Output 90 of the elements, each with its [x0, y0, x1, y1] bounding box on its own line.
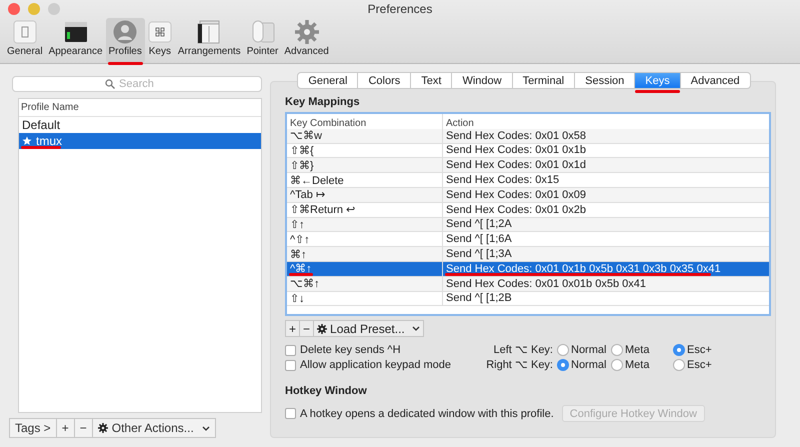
tab[interactable]: Session — [575, 72, 636, 89]
section-title: Hotkey Window — [285, 385, 368, 397]
section-title: Key Mappings — [285, 96, 361, 108]
key-cell[interactable]: ⌥⌘w — [287, 128, 443, 144]
checkbox-label: Delete key sends ^H — [300, 344, 401, 356]
tab[interactable]: Colors — [358, 72, 412, 89]
toolbar-item[interactable]: Profiles — [106, 18, 145, 63]
action-cell[interactable]: Send ^[ [1;6A — [443, 232, 769, 248]
window-title: Preferences — [368, 2, 432, 16]
close-button[interactable] — [8, 2, 20, 15]
checkbox-label: A hotkey opens a dedicated window with this profile. — [300, 408, 554, 420]
tab[interactable]: Terminal — [512, 72, 576, 89]
remove-button[interactable]: − — [299, 320, 314, 337]
radio-button[interactable] — [557, 358, 569, 370]
toolbar-item[interactable]: Pointer — [244, 18, 282, 63]
profile-name: Default — [22, 118, 60, 132]
profile-name: tmux — [36, 134, 62, 148]
option-label: Right ⌥ Key: — [485, 358, 554, 371]
action-cell[interactable]: Send Hex Codes: 0x01 0x1b 0x5b 0x31 0x3b 0x35 0x41 — [443, 262, 769, 277]
command-key-icon — [148, 20, 172, 44]
tab[interactable]: General — [297, 72, 358, 89]
chevron-down-icon — [202, 426, 210, 430]
gear-icon — [294, 20, 319, 44]
zoom-button[interactable] — [48, 2, 60, 15]
toolbar-item[interactable]: Arrangements — [174, 18, 244, 63]
action-cell[interactable]: Send Hex Codes: 0x01 0x09 — [443, 188, 769, 203]
action-cell[interactable]: Send Hex Codes: 0x01 0x01b 0x5b 0x41 — [443, 276, 769, 292]
toolbar-item[interactable]: Appearance — [46, 18, 106, 63]
other-actions-dropdown[interactable]: Other Actions... — [92, 418, 216, 438]
radio-button[interactable] — [673, 344, 685, 356]
radio-label: Normal — [571, 344, 606, 356]
tags-button[interactable]: Tags > — [9, 418, 57, 438]
toolbar-item[interactable]: General — [4, 18, 46, 63]
radio-label: Normal — [571, 358, 606, 370]
toolbar-item[interactable]: Keys — [144, 18, 175, 63]
action-cell[interactable]: Send Hex Codes: 0x01 0x1d — [443, 158, 769, 174]
add-button[interactable]: + — [56, 418, 75, 438]
gear-icon — [98, 423, 108, 433]
person-icon — [113, 20, 138, 44]
radio-label: Esc+ — [687, 344, 712, 356]
key-cell[interactable]: ^⇧↑ — [287, 232, 443, 248]
radio-label: Esc+ — [687, 358, 712, 370]
minimize-button[interactable] — [28, 2, 40, 15]
action-cell[interactable]: Send Hex Codes: 0x15 — [443, 173, 769, 188]
column-header: Action — [445, 116, 475, 130]
search-field[interactable]: Search — [119, 78, 169, 90]
profile-row[interactable]: Default — [19, 117, 261, 133]
key-cell[interactable]: ^Tab ↦ — [287, 188, 443, 203]
radio-button[interactable] — [611, 358, 623, 370]
checkbox[interactable] — [285, 360, 296, 370]
action-cell[interactable]: Send ^[ [1;2A — [443, 218, 769, 232]
checkbox[interactable] — [285, 408, 296, 419]
action-cell[interactable]: Send Hex Codes: 0x01 0x1b — [443, 144, 769, 158]
key-cell[interactable]: ⇧⌘} — [287, 158, 443, 174]
key-cell[interactable]: ⇧↓ — [287, 292, 443, 306]
action-cell[interactable]: Send ^[ [1;3A — [443, 247, 769, 262]
mouse-trackpad-icon — [250, 20, 275, 44]
windows-stack-icon — [197, 20, 222, 44]
option-label: Left ⌥ Key: — [492, 343, 554, 356]
key-cell[interactable]: ⌘←Delete — [287, 173, 443, 188]
tab[interactable]: Advanced — [680, 72, 751, 89]
checkbox-label: Allow application keypad mode — [300, 359, 452, 371]
radio-label: Meta — [625, 358, 650, 370]
toolbar-item[interactable]: Advanced — [281, 18, 332, 63]
key-cell[interactable]: ⌘↑ — [287, 247, 443, 262]
column-header: Profile Name — [19, 99, 261, 117]
switch-panel-icon — [12, 20, 37, 44]
checkbox[interactable] — [285, 344, 296, 356]
profile-row[interactable]: tmux — [19, 133, 261, 149]
key-cell[interactable]: ^⌘↑ — [287, 262, 443, 277]
key-cell[interactable]: ⌥⌘↑ — [287, 276, 443, 292]
radio-button[interactable] — [557, 344, 569, 356]
action-cell[interactable]: Send Hex Codes: 0x01 0x2b — [443, 202, 769, 218]
action-cell[interactable]: Send ^[ [1;2B — [443, 292, 769, 306]
key-cell[interactable]: ⇧⌘Return ↩ — [287, 202, 443, 218]
tab[interactable]: Window — [452, 72, 513, 89]
terminal-window-icon — [64, 20, 88, 44]
key-cell[interactable]: ⇧↑ — [287, 218, 443, 232]
radio-button[interactable] — [611, 344, 623, 356]
remove-button[interactable]: − — [74, 418, 93, 438]
radio-label: Meta — [625, 344, 650, 356]
gear-icon — [317, 324, 328, 334]
action-cell[interactable]: Send Hex Codes: 0x01 0x58 — [443, 128, 769, 144]
radio-button[interactable] — [673, 358, 685, 370]
key-cell[interactable]: ⇧⌘{ — [287, 144, 443, 158]
tab[interactable]: Text — [411, 72, 452, 89]
add-button[interactable]: + — [285, 320, 300, 337]
load-preset-dropdown[interactable]: Load Preset... — [313, 320, 424, 337]
chevron-down-icon — [412, 326, 420, 331]
search-icon — [105, 79, 115, 89]
